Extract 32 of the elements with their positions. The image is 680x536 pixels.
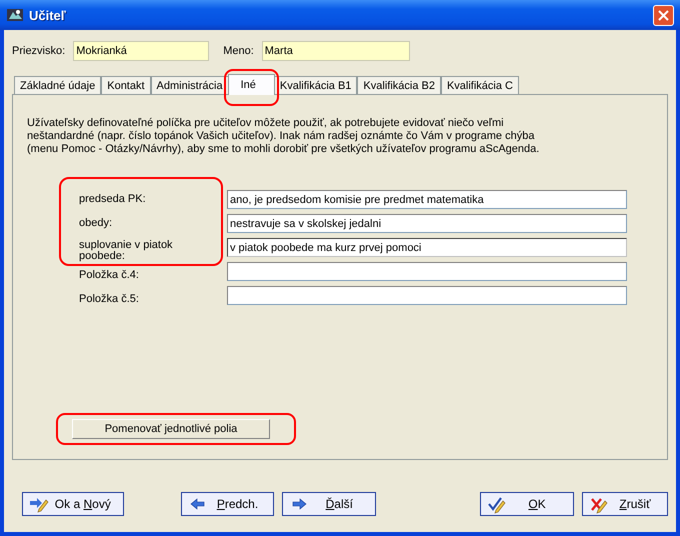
previous-button[interactable]: Predch. [180, 492, 274, 516]
surname-field[interactable]: Mokrianká [73, 41, 210, 61]
tab[interactable]: Kvalifikácia C [440, 76, 519, 94]
field-label: predseda PK: [78, 192, 147, 207]
tab[interactable]: Kontakt [101, 76, 151, 94]
tab[interactable]: Administrácia [150, 76, 229, 94]
text-field[interactable]: v piatok poobede ma kurz prvej pomoci [227, 238, 627, 257]
tab[interactable]: Iné [228, 74, 275, 95]
close-icon [658, 10, 669, 20]
text-field[interactable] [227, 262, 627, 281]
field-label: obedy: [78, 216, 114, 231]
field-label: suplovanie v piatok poobede: [78, 238, 174, 264]
field-label: Meno: [223, 45, 254, 57]
tab[interactable]: Kvalifikácia B2 [357, 76, 441, 94]
text-field[interactable]: ano, je predsedom komisie pre predmet matematika [227, 190, 627, 209]
field-label: Priezvisko: [12, 45, 66, 57]
next-button[interactable]: Ďalší [282, 492, 376, 516]
window-title: Učiteľ [29, 8, 67, 22]
ok-and-new-button[interactable]: Ok a Nový [22, 492, 124, 516]
tab[interactable]: Kvalifikácia B1 [274, 76, 358, 94]
rename-fields-button[interactable]: Pomenovať jednotlivé polia [72, 419, 270, 439]
name-field[interactable]: Marta [262, 41, 410, 61]
field-label: Položka č.4: [78, 268, 140, 283]
app-icon [6, 7, 24, 23]
cancel-button[interactable]: Zrušiť [582, 492, 668, 516]
field-label: Položka č.5: [78, 292, 140, 307]
ok-button[interactable]: OK [480, 492, 574, 516]
tab[interactable]: Základné údaje [14, 76, 102, 94]
close-button[interactable] [653, 4, 674, 26]
text-field[interactable] [227, 286, 627, 305]
text-field[interactable]: nestravuje sa v skolskej jedalni [227, 214, 627, 233]
info-text: Užívateľsky definovateľné políčka pre učiteľov môžete použiť, ak potrebujete evidovať niečo veľmi neštandardné (napr. číslo topánok Vašich učiteľov). Inak nám radšej oznámte čo Vám v programe chýba (menu Pomoc - Otázky/Návrhy), aby sme to mohli dorobiť pre všetkých užívateľov programu aScAgenda. [27, 117, 540, 156]
